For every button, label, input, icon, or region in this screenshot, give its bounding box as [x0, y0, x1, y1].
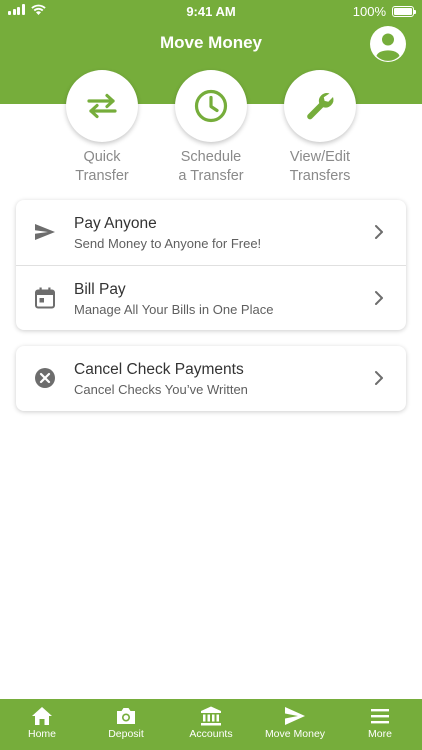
cancel-check-payments-title: Cancel Check Payments — [74, 361, 244, 378]
tab-move-money[interactable]: Move Money — [253, 699, 337, 750]
cancel-check-payments-subtitle: Cancel Checks You’ve Written — [74, 382, 248, 397]
page-title: Move Money — [159, 33, 263, 52]
chevron-right-icon — [375, 225, 383, 239]
pay-anyone-subtitle: Send Money to Anyone for Free! — [74, 236, 262, 251]
send-icon — [285, 707, 305, 725]
tab-home[interactable]: Home — [0, 699, 84, 750]
status-right: 100% — [352, 4, 416, 19]
chevron-right-icon — [375, 371, 383, 385]
checks-card: Cancel Check Payments Cancel Checks You’… — [16, 346, 406, 411]
menu-icon — [371, 709, 389, 724]
camera-icon — [117, 708, 135, 724]
bill-pay-title: Bill Pay — [74, 281, 126, 298]
calendar-icon — [35, 287, 55, 309]
quick-transfer-label: Quick Transfer — [75, 149, 129, 184]
view-edit-transfers-label: View/Edit Transfers — [289, 149, 351, 184]
move-money-screen: 9:41 AM 100% Move Money Quick Transfer S… — [0, 0, 422, 750]
view-edit-transfers-circle[interactable] — [284, 70, 356, 142]
tab-home-label: Home — [27, 728, 56, 740]
bank-icon — [201, 706, 221, 726]
battery-percent: 100% — [352, 4, 386, 19]
schedule-transfer-label: Schedule a Transfer — [178, 149, 244, 184]
user-icon — [376, 33, 400, 61]
tab-accounts[interactable]: Accounts — [169, 699, 253, 750]
tab-deposit[interactable]: Deposit — [84, 699, 168, 750]
quick-transfer-circle[interactable] — [66, 70, 138, 142]
pay-anyone-row[interactable]: Pay Anyone Send Money to Anyone for Free… — [16, 200, 406, 265]
status-bar: 9:41 AM 100% — [0, 0, 422, 22]
home-icon — [32, 707, 52, 725]
cancel-check-payments-row[interactable]: Cancel Check Payments Cancel Checks You’… — [16, 346, 406, 411]
quick-transfer-action[interactable]: Quick Transfer — [47, 70, 157, 186]
schedule-transfer-circle[interactable] — [175, 70, 247, 142]
cancel-circle-icon — [35, 368, 55, 388]
tab-deposit-label: Deposit — [108, 728, 144, 740]
swap-arrows-icon — [87, 93, 117, 119]
pay-anyone-title: Pay Anyone — [74, 215, 157, 232]
tab-move-money-label: Move Money — [264, 728, 326, 740]
payments-card: Pay Anyone Send Money to Anyone for Free… — [16, 200, 406, 330]
bill-pay-subtitle: Manage All Your Bills in One Place — [74, 302, 274, 317]
tab-more-label: More — [368, 728, 392, 740]
profile-button[interactable] — [370, 26, 406, 62]
tab-accounts-label: Accounts — [189, 728, 233, 740]
wrench-icon — [307, 93, 334, 120]
battery-icon — [392, 6, 416, 17]
bill-pay-row[interactable]: Bill Pay Manage All Your Bills in One Pl… — [16, 265, 406, 330]
chevron-right-icon — [375, 291, 383, 305]
send-icon — [35, 224, 55, 240]
clock-icon — [194, 89, 228, 123]
tab-more[interactable]: More — [338, 699, 422, 750]
tab-bar: Home Deposit Accounts Move Money More — [0, 699, 422, 750]
view-edit-transfers-action[interactable]: View/Edit Transfers — [265, 70, 375, 186]
schedule-transfer-action[interactable]: Schedule a Transfer — [156, 70, 266, 186]
